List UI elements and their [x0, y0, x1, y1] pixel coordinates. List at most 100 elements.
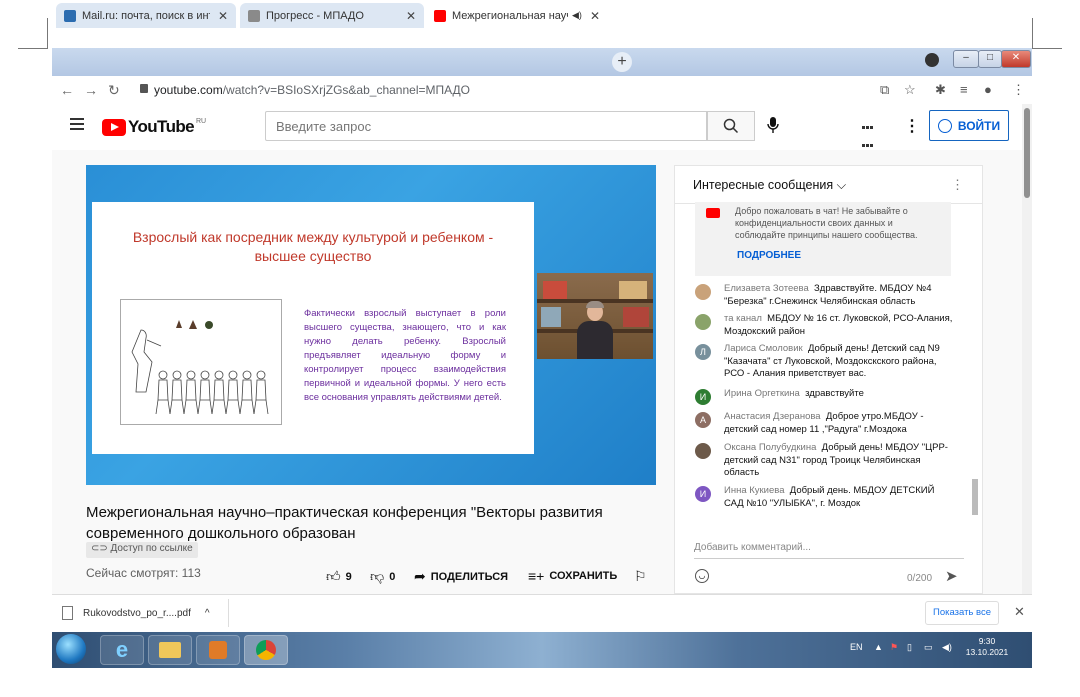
like-button[interactable]: 👍︎ 9 [326, 568, 352, 585]
video-player[interactable]: Взрослый как посредник между культурой и… [86, 165, 656, 485]
presenter [575, 301, 615, 359]
page-scrollbar-thumb[interactable] [1024, 108, 1030, 198]
taskbar-chrome[interactable] [244, 635, 288, 665]
avatar: И [695, 486, 711, 502]
audio-icon[interactable]: ◀) [572, 10, 582, 21]
hamburger-icon[interactable] [70, 118, 84, 133]
clock-time: 9:30 [978, 636, 996, 646]
search-button[interactable] [707, 111, 755, 141]
chat-scrollbar-thumb[interactable] [972, 479, 978, 515]
chat-author: та канал [724, 313, 762, 324]
chat-message: Оксана Полубудкина Добрый день! МБДОУ "Ц… [695, 442, 955, 480]
extensions-icon[interactable]: ✱ [935, 82, 946, 98]
maximize-button[interactable]: □ [978, 50, 1002, 68]
action-center-icon[interactable]: ⚑ [890, 642, 898, 653]
corner-mark [1032, 48, 1062, 49]
show-hidden-icons[interactable]: ▲ [874, 642, 883, 652]
youtube-play-icon [102, 118, 126, 136]
address-bar: ← → ↻ youtube.com/watch?v=BSIoSXrjZGs&ab… [52, 76, 1032, 105]
chevron-up-icon[interactable]: ^ [205, 608, 210, 619]
more-options-icon[interactable]: ⋮ [904, 116, 920, 136]
close-icon[interactable]: ✕ [218, 9, 228, 23]
close-window-button[interactable]: ✕ [1001, 50, 1031, 68]
chat-author: Ирина Оргеткина [724, 388, 800, 399]
webcam-inset [537, 273, 653, 359]
microphone-icon[interactable] [767, 116, 779, 134]
tab-progress[interactable]: Прогресс - МПАДО ✕ [240, 3, 424, 28]
send-icon[interactable]: ➤ [945, 567, 958, 585]
video-title: Межрегиональная научно–практическая конф… [86, 504, 603, 542]
emoji-icon[interactable]: ◡ [695, 569, 709, 583]
start-button[interactable] [56, 634, 86, 664]
slide-title: Взрослый как посредник между культурой и… [132, 229, 494, 264]
chat-menu-icon[interactable]: ⋮ [951, 177, 964, 193]
logo-region: RU [196, 117, 207, 125]
share-label: ПОДЕЛИТЬСЯ [430, 570, 509, 583]
device-icon[interactable]: ▯ [907, 642, 912, 653]
close-icon[interactable]: ✕ [406, 9, 416, 23]
viewer-count: Сейчас смотрят: 113 [86, 566, 201, 580]
install-icon[interactable]: ⧉ [880, 82, 889, 98]
chat-author: Инна Кукиева [724, 485, 785, 496]
signin-label: ВОЙТИ [957, 118, 1001, 133]
profile-icon[interactable] [925, 53, 939, 67]
close-icon[interactable]: ✕ [590, 9, 600, 23]
access-badge: ⊂⊃ Доступ по ссылке [86, 542, 198, 558]
signin-button[interactable]: ВОЙТИ [929, 110, 1009, 141]
reload-icon[interactable]: ↻ [108, 82, 120, 99]
chat-header[interactable]: Интересные сообщения ⌵ [675, 166, 982, 204]
minimize-button[interactable]: – [953, 50, 979, 68]
url-path: /watch?v=BSIoSXrjZGs&ab_channel=МПАДО [222, 83, 470, 97]
avatar: И [695, 389, 711, 405]
save-label: СОХРАНИТЬ [549, 570, 618, 582]
tab-label: Межрегиональная научно- [452, 9, 568, 22]
show-all-button[interactable]: Показать все [925, 601, 999, 625]
back-icon[interactable]: ← [60, 82, 74, 98]
clock[interactable]: 9:30 13.10.2021 [962, 636, 1012, 658]
save-button[interactable]: ≡+ СОХРАНИТЬ [528, 568, 617, 584]
close-icon[interactable]: ✕ [1014, 604, 1025, 620]
like-count: 9 [345, 570, 352, 583]
chat-header-label: Интересные сообщения [693, 178, 834, 192]
language-indicator[interactable]: EN [850, 642, 863, 652]
tab-mailru[interactable]: Mail.ru: почта, поиск в интерне ✕ [56, 3, 236, 28]
network-icon[interactable]: ▭ [924, 642, 933, 653]
chat-author: Елизавета Зотеева [724, 283, 809, 294]
youtube-icon [706, 208, 720, 218]
chat-welcome-banner: Добро пожаловать в чат! Не забывайте о к… [695, 202, 951, 276]
menu-icon[interactable]: ⋮ [1012, 82, 1025, 98]
account-icon[interactable]: ● [984, 82, 992, 97]
download-item[interactable]: Rukovodstvo_po_r....pdf ^ [62, 606, 210, 620]
divider [228, 599, 229, 627]
learn-more-link[interactable]: ПОДРОБНЕЕ [737, 250, 801, 261]
avatar [695, 284, 711, 300]
bookmark-star-icon[interactable]: ☆ [904, 82, 916, 98]
reading-list-icon[interactable]: ≡ [960, 82, 968, 97]
share-button[interactable]: ➦ ПОДЕЛИТЬСЯ [414, 568, 508, 585]
report-button[interactable]: ⚐ [634, 568, 652, 585]
search-input[interactable]: Введите запрос [265, 111, 707, 141]
welcome-text: Добро пожаловать в чат! Не забывайте о к… [735, 206, 918, 240]
chat-comment-input[interactable]: Добавить комментарий... [694, 542, 964, 559]
forward-icon[interactable]: → [84, 82, 98, 98]
chat-message: А Анастасия Дзеранова Доброе утро.МБДОУ … [695, 411, 955, 436]
slide-illustration [120, 299, 282, 425]
taskbar-ie[interactable]: e [100, 635, 144, 665]
volume-icon[interactable]: ◀) [942, 642, 952, 653]
lock-icon [140, 84, 148, 93]
taskbar-media-player[interactable] [196, 635, 240, 665]
chat-author: Лариса Смоловик [724, 343, 803, 354]
url-field[interactable]: youtube.com/watch?v=BSIoSXrjZGs&ab_chann… [154, 83, 470, 97]
taskbar-explorer[interactable] [148, 635, 192, 665]
url-host: youtube.com [154, 83, 223, 97]
tab-youtube[interactable]: Межрегиональная научно- ◀) ✕ [426, 3, 608, 28]
dislike-button[interactable]: 👎︎ 0 [370, 568, 395, 585]
avatar [695, 443, 711, 459]
chrome-icon [256, 640, 276, 660]
youtube-logo[interactable]: YouTube RU [102, 117, 206, 137]
link-icon: ⊂⊃ [91, 543, 111, 554]
tab-label: Mail.ru: почта, поиск в интерне [82, 9, 210, 22]
progress-icon [248, 9, 260, 22]
user-circle-icon [937, 118, 952, 133]
new-tab-button[interactable]: + [612, 52, 632, 72]
